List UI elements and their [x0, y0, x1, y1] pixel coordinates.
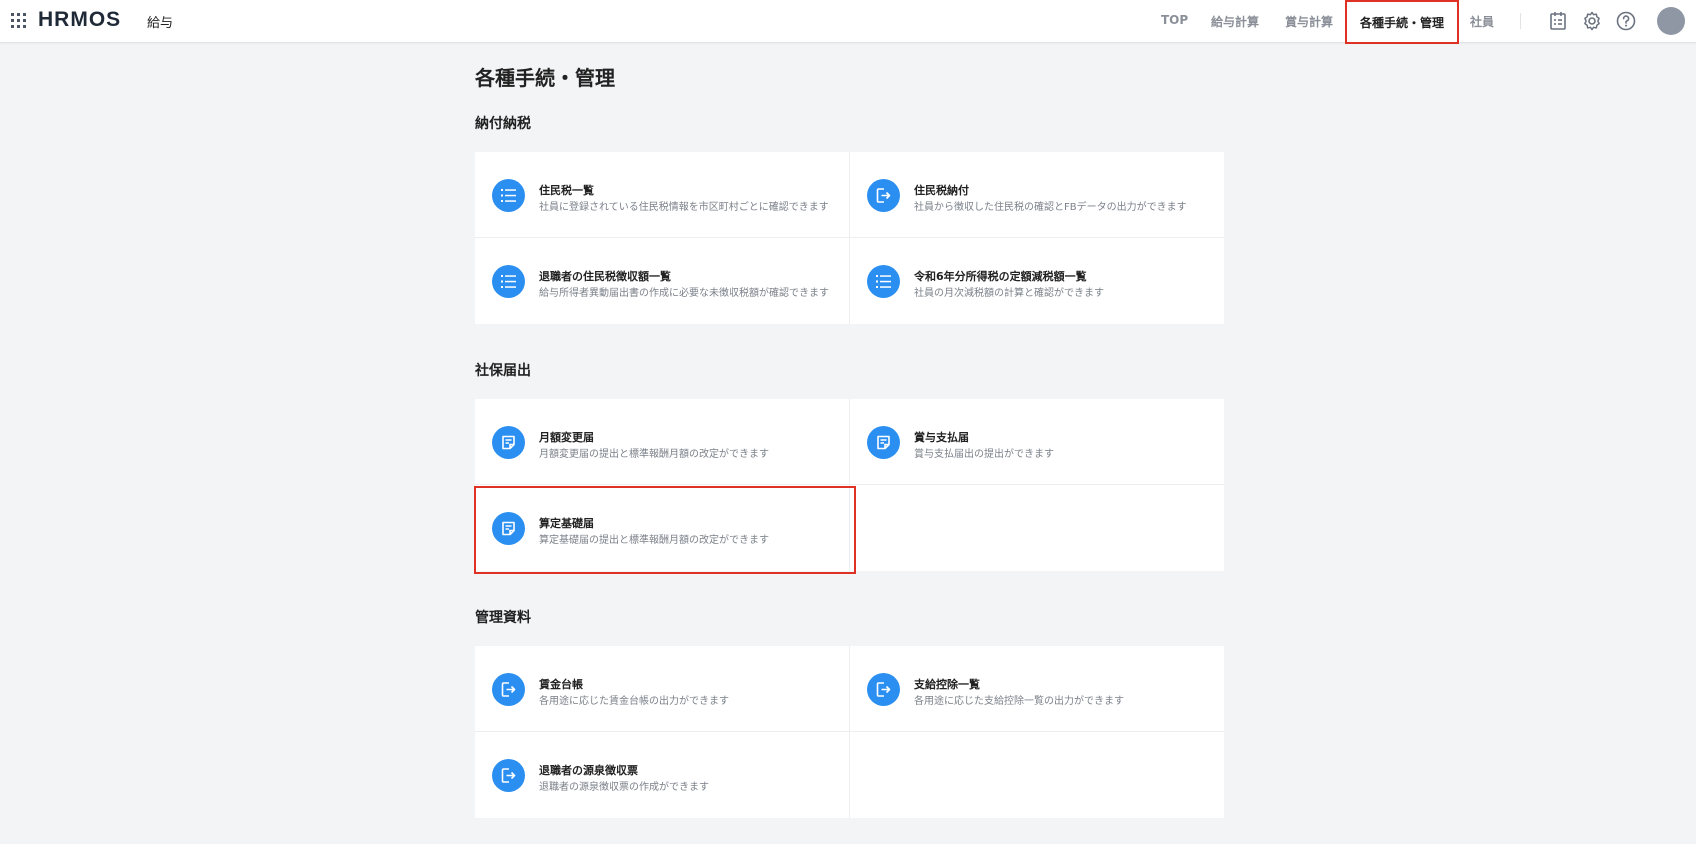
- card-empty-slot: [850, 485, 1224, 571]
- card-title: 賞与支払届: [914, 431, 969, 444]
- note-icon: [492, 512, 525, 545]
- card-grid-tax-payment: 住民税一覧 社員に登録されている住民税情報を市区町村ごとに確認できます 住民税納…: [475, 152, 1224, 324]
- nav-procedures-active[interactable]: 各種手続・管理: [1345, 0, 1459, 44]
- top-header: HRMOS 給与 TOP 給与計算 賞与計算 各種手続・管理 社員: [0, 0, 1696, 44]
- note-icon: [867, 426, 900, 459]
- section-title-tax-payment: 納付納税: [475, 116, 531, 132]
- card-title: 住民税納付: [914, 184, 969, 197]
- card-title: 算定基礎届: [539, 517, 594, 530]
- card-title: 月額変更届: [539, 431, 594, 444]
- card-resident-tax-list[interactable]: 住民税一覧 社員に登録されている住民税情報を市区町村ごとに確認できます: [475, 152, 850, 238]
- card-empty-slot: [850, 732, 1224, 818]
- list-icon: [867, 265, 900, 298]
- section-title-social-insurance: 社保届出: [475, 363, 531, 379]
- card-description: 各用途に応じた賃金台帳の出力ができます: [539, 696, 729, 707]
- product-name: 給与: [147, 16, 174, 31]
- card-description: 賞与支払届出の提出ができます: [914, 449, 1054, 460]
- nav-divider: [1520, 13, 1521, 29]
- card-grid-management-docs: 賃金台帳 各用途に応じた賃金台帳の出力ができます 支給控除一覧 各用途に応じた支…: [475, 646, 1224, 818]
- section-title-management-docs: 管理資料: [475, 610, 531, 626]
- card-description: 社員から徴収した住民税の確認とFBデータの出力ができます: [914, 202, 1187, 213]
- calendar-list-icon[interactable]: [1546, 9, 1570, 33]
- card-title: 支給控除一覧: [914, 678, 980, 691]
- card-description: 各用途に応じた支給控除一覧の出力ができます: [914, 696, 1124, 707]
- list-icon: [492, 179, 525, 212]
- card-description: 退職者の源泉徴収票の作成ができます: [539, 782, 709, 793]
- card-payment-deduction-list[interactable]: 支給控除一覧 各用途に応じた支給控除一覧の出力ができます: [850, 646, 1224, 732]
- card-title: 退職者の住民税徴収額一覧: [539, 270, 671, 283]
- card-title: 令和6年分所得税の定額減税額一覧: [914, 270, 1087, 283]
- gear-icon[interactable]: [1580, 9, 1604, 33]
- card-title: 賃金台帳: [539, 678, 583, 691]
- card-bonus-payment-notice[interactable]: 賞与支払届 賞与支払届出の提出ができます: [850, 399, 1224, 485]
- nav-employees[interactable]: 社員: [1470, 13, 1494, 30]
- card-title: 住民税一覧: [539, 184, 594, 197]
- nav-bonus[interactable]: 賞与計算: [1285, 13, 1333, 30]
- help-icon[interactable]: [1614, 9, 1638, 33]
- export-icon: [492, 759, 525, 792]
- note-icon: [492, 426, 525, 459]
- card-grid-social-insurance: 月額変更届 月額変更届の提出と標準報酬月額の改定ができます 賞与支払届 賞与支払…: [475, 399, 1224, 571]
- list-icon: [492, 265, 525, 298]
- card-description: 社員に登録されている住民税情報を市区町村ごとに確認できます: [539, 202, 829, 213]
- card-fixed-tax-reduction-list[interactable]: 令和6年分所得税の定額減税額一覧 社員の月次減税額の計算と確認ができます: [850, 238, 1224, 324]
- card-wage-ledger[interactable]: 賃金台帳 各用途に応じた賃金台帳の出力ができます: [475, 646, 850, 732]
- card-title: 退職者の源泉徴収票: [539, 764, 638, 777]
- hrmos-logo[interactable]: HRMOS: [38, 8, 121, 32]
- card-description: 算定基礎届の提出と標準報酬月額の改定ができます: [539, 535, 769, 546]
- card-resident-tax-payment[interactable]: 住民税納付 社員から徴収した住民税の確認とFBデータの出力ができます: [850, 152, 1224, 238]
- avatar[interactable]: [1657, 7, 1685, 35]
- app-grid-icon[interactable]: [11, 13, 27, 29]
- card-retiree-withholding-slip[interactable]: 退職者の源泉徴収票 退職者の源泉徴収票の作成ができます: [475, 732, 850, 818]
- nav-top[interactable]: TOP: [1161, 13, 1188, 27]
- export-icon: [867, 673, 900, 706]
- card-description: 社員の月次減税額の計算と確認ができます: [914, 288, 1104, 299]
- export-icon: [867, 179, 900, 212]
- card-description: 月額変更届の提出と標準報酬月額の改定ができます: [539, 449, 769, 460]
- card-retiree-resident-tax-list[interactable]: 退職者の住民税徴収額一覧 給与所得者異動届出書の作成に必要な未徴収税額が確認でき…: [475, 238, 850, 324]
- page-title: 各種手続・管理: [475, 66, 615, 90]
- export-icon: [492, 673, 525, 706]
- nav-payroll[interactable]: 給与計算: [1211, 13, 1259, 30]
- card-monthly-change-notice[interactable]: 月額変更届 月額変更届の提出と標準報酬月額の改定ができます: [475, 399, 850, 485]
- card-description: 給与所得者異動届出書の作成に必要な未徴収税額が確認できます: [539, 288, 829, 299]
- card-santei-kiso-notice[interactable]: 算定基礎届 算定基礎届の提出と標準報酬月額の改定ができます: [475, 485, 850, 571]
